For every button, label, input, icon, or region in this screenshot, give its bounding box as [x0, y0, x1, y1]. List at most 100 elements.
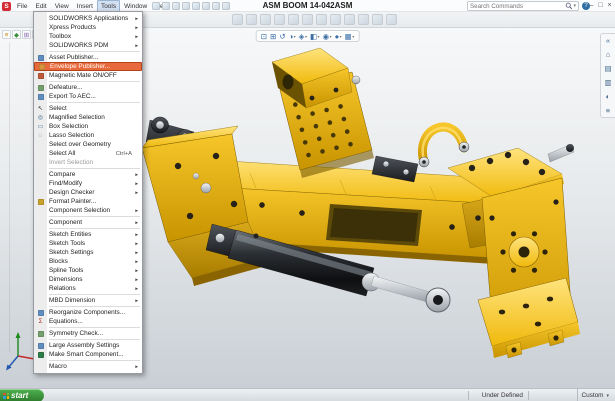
ribbon-tool-icon[interactable] [302, 14, 313, 25]
menu-item-large-assembly-settings[interactable]: Large Assembly Settings [34, 341, 142, 350]
menu-item-sketch-entities[interactable]: Sketch Entities► [34, 230, 142, 239]
menu-item-component[interactable]: Component► [34, 218, 142, 227]
unit-system-selector[interactable]: Custom ▾ [577, 389, 612, 401]
menu-item-sketch-settings[interactable]: Sketch Settings► [34, 248, 142, 257]
menu-item-label: Find/Modify [49, 180, 134, 187]
menu-item-envelope-publisher[interactable]: Envelope Publisher... [34, 62, 142, 71]
zoom-to-area-icon: ⊞ [270, 31, 276, 42]
edit-appearance-button[interactable]: ●▾ [335, 31, 342, 42]
menu-item-equations[interactable]: ΣEquations... [34, 317, 142, 326]
menu-item-select-over-geometry[interactable]: Select over Geometry [34, 140, 142, 149]
menu-item-symmetry-check[interactable]: Symmetry Check... [34, 329, 142, 338]
submenu-arrow-icon: ► [134, 34, 139, 39]
new-document-icon[interactable] [152, 2, 160, 10]
unit-system-label: Custom [581, 392, 603, 399]
menu-item-component-selection[interactable]: Component Selection► [34, 206, 142, 215]
menu-item-macro[interactable]: Macro► [34, 362, 142, 371]
redo-icon[interactable] [202, 2, 210, 10]
menu-item-box-selection[interactable]: ▭Box Selection [34, 122, 142, 131]
menu-item-make-smart-component[interactable]: Make Smart Component... [34, 350, 142, 359]
menu-item-select[interactable]: ↖Select [34, 104, 142, 113]
minimize-button[interactable]: – [588, 1, 595, 11]
menu-item-find-modify[interactable]: Find/Modify► [34, 179, 142, 188]
menu-item-magnified-selection[interactable]: ◎Magnified Selection [34, 113, 142, 122]
previous-view-button[interactable]: ↺ [279, 31, 285, 42]
menu-item-toolbox[interactable]: Toolbox► [34, 32, 142, 41]
section-view-button[interactable]: ◑▾ [289, 31, 296, 42]
ribbon-tool-icon[interactable] [344, 14, 355, 25]
ribbon-tool-icon[interactable] [260, 14, 271, 25]
collapse-taskpane-icon[interactable]: « [606, 36, 610, 45]
heel-plate[interactable] [272, 48, 374, 178]
menu-item-design-checker[interactable]: Design Checker► [34, 188, 142, 197]
menu-item-xpress-products[interactable]: Xpress Products► [34, 23, 142, 32]
apply-scene-button[interactable]: ▦▾ [345, 31, 355, 42]
design-library-icon[interactable]: ▤ [604, 64, 611, 73]
start-button[interactable]: start [0, 389, 44, 401]
close-button[interactable]: × [606, 1, 613, 11]
search-scope-caret-icon[interactable]: ▾ [573, 2, 576, 10]
hide-show-items-button[interactable]: ◉▾ [323, 31, 332, 42]
ribbon-tool-icon[interactable] [372, 14, 383, 25]
menubar-item-file[interactable]: File [13, 0, 31, 13]
propertymanager-tab[interactable]: ◆ [12, 30, 21, 39]
featuremanager-tree-tab[interactable]: ≡ [2, 30, 11, 39]
view-orientation-button[interactable]: ◈▾ [299, 31, 307, 42]
custom-properties-icon[interactable]: ≡ [606, 106, 610, 115]
menu-item-label: Select [49, 105, 139, 112]
lifting-shackle[interactable] [419, 127, 469, 167]
menu-item-label: Symmetry Check... [49, 330, 139, 337]
menu-item-label: SOLIDWORKS Applications [49, 15, 134, 22]
solidworks-resources-icon[interactable]: ⌂ [606, 50, 611, 59]
document-title: ASM BOOM 14-042ASM [263, 1, 353, 10]
menu-item-dimensions[interactable]: Dimensions► [34, 275, 142, 284]
box-selection-icon: ▭ [35, 122, 46, 131]
menu-item-mbd-dimension[interactable]: MBD Dimension► [34, 296, 142, 305]
display-style-button[interactable]: ◧▾ [310, 31, 320, 42]
restore-button[interactable]: □ [597, 1, 604, 11]
view-orientation-icon: ◈ [299, 31, 305, 42]
menu-item-export-to-aec[interactable]: Export To AEC... [34, 92, 142, 101]
ribbon-tool-icon[interactable] [274, 14, 285, 25]
menu-shortcut: Ctrl+A [116, 151, 132, 157]
menu-item-blocks[interactable]: Blocks► [34, 257, 142, 266]
ribbon-tool-icon[interactable] [330, 14, 341, 25]
menu-item-compare[interactable]: Compare► [34, 170, 142, 179]
command-search[interactable]: ▾ [467, 1, 579, 11]
menu-item-defeature[interactable]: Defeature... [34, 83, 142, 92]
menu-item-select-all[interactable]: Select AllCtrl+A [34, 149, 142, 158]
ribbon-tool-icon[interactable] [316, 14, 327, 25]
zoom-fit-button[interactable]: ⊡ [261, 31, 267, 42]
menu-item-spline-tools[interactable]: Spline Tools► [34, 266, 142, 275]
print-icon[interactable] [182, 2, 190, 10]
ribbon-tool-icon[interactable] [386, 14, 397, 25]
ribbon-tool-icon[interactable] [232, 14, 243, 25]
menu-item-label: Make Smart Component... [49, 351, 139, 358]
menu-item-lasso-selection[interactable]: ◌Lasso Selection [34, 131, 142, 140]
ribbon-tool-icon[interactable] [288, 14, 299, 25]
file-explorer-icon[interactable]: ▥ [604, 78, 611, 87]
options-gear-icon[interactable] [222, 2, 230, 10]
menu-item-invert-selection[interactable]: Invert Selection [34, 158, 142, 167]
menu-item-asset-publisher[interactable]: Asset Publisher... [34, 53, 142, 62]
menu-item-sketch-tools[interactable]: Sketch Tools► [34, 239, 142, 248]
save-icon[interactable] [172, 2, 180, 10]
menu-item-solidworks-applications[interactable]: SOLIDWORKS Applications► [34, 14, 142, 23]
search-input[interactable] [470, 2, 565, 10]
menu-item-solidworks-pdm[interactable]: SOLIDWORKS PDM► [34, 41, 142, 50]
ribbon-tool-icon[interactable] [246, 14, 257, 25]
configurationmanager-tab[interactable]: ⊞ [22, 30, 31, 39]
menu-item-magnetic-mate-on-off[interactable]: Magnetic Mate ON/OFF [34, 71, 142, 80]
rebuild-icon[interactable] [212, 2, 220, 10]
menu-item-label: Invert Selection [49, 159, 139, 166]
quick-access-toolbar [152, 2, 230, 10]
menu-item-relations[interactable]: Relations► [34, 284, 142, 293]
menu-item-format-painter[interactable]: Format Painter... [34, 197, 142, 206]
ribbon-tool-icon[interactable] [358, 14, 369, 25]
statusbar: start Under Defined Custom ▾ [0, 388, 615, 401]
appearances-scenes-icon[interactable]: ◐ [606, 92, 611, 101]
zoom-to-area-button[interactable]: ⊞ [270, 31, 276, 42]
undo-icon[interactable] [192, 2, 200, 10]
open-document-icon[interactable] [162, 2, 170, 10]
menu-item-reorganize-components[interactable]: Reorganize Components... [34, 308, 142, 317]
